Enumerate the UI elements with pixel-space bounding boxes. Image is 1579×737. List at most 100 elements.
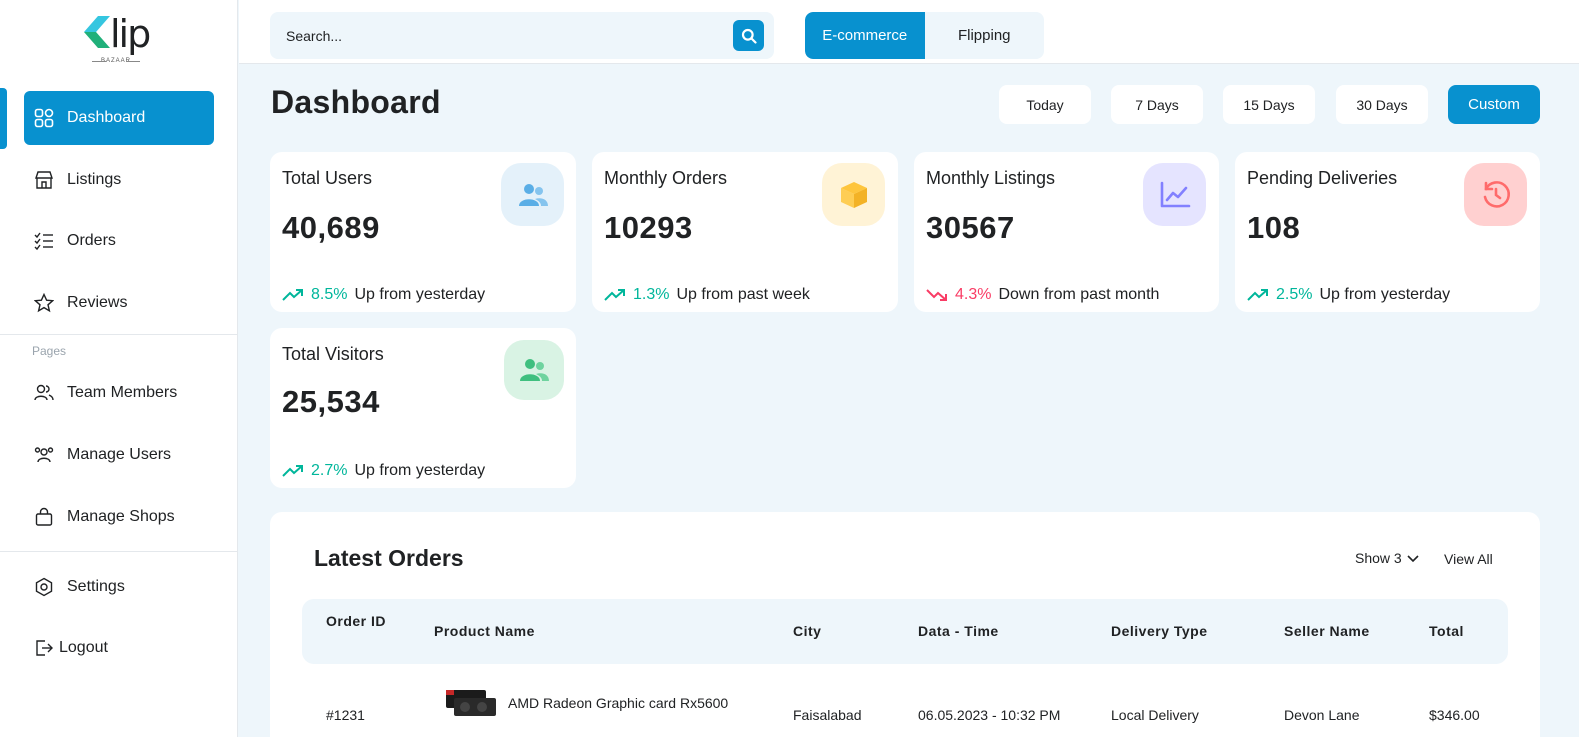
star-icon bbox=[33, 292, 55, 314]
trend-text: Down from past month bbox=[998, 286, 1160, 303]
column-header: Seller Name bbox=[1284, 623, 1370, 639]
trend-percent: 1.3% bbox=[633, 286, 670, 303]
search-input[interactable] bbox=[286, 12, 726, 59]
latest-orders-panel: Latest Orders Show 3 View All Order ID P… bbox=[270, 512, 1540, 737]
range-custom-button[interactable]: Custom bbox=[1448, 85, 1540, 124]
seller-name: Devon Lane bbox=[1284, 707, 1360, 723]
sidebar-item-label: Orders bbox=[67, 232, 116, 249]
sidebar-item-label: Settings bbox=[67, 578, 125, 595]
product-thumbnail bbox=[446, 690, 496, 716]
trend-indicator: 4.3% Down from past month bbox=[926, 286, 1159, 304]
sidebar-item-manage-shops[interactable]: Manage Shops bbox=[24, 490, 214, 544]
chevron-down-icon bbox=[1407, 555, 1419, 563]
line-chart-icon bbox=[1143, 163, 1206, 226]
card-value: 40,689 bbox=[282, 210, 380, 245]
card-title: Total Users bbox=[282, 168, 373, 188]
mode-switch: E-commerce Flipping bbox=[805, 12, 1044, 59]
stat-card-monthly-orders: Monthly Orders 10293 1.3% Up from past w… bbox=[592, 152, 898, 312]
card-title: Monthly Listings bbox=[926, 168, 1056, 188]
trend-indicator: 2.7% Up from yesterday bbox=[282, 462, 485, 480]
sidebar-item-dashboard[interactable]: Dashboard bbox=[24, 91, 214, 145]
trend-up-icon bbox=[282, 465, 303, 477]
trend-text: Up from yesterday bbox=[354, 462, 486, 479]
history-icon bbox=[1464, 163, 1527, 226]
order-datetime: 06.05.2023 - 10:32 PM bbox=[918, 707, 1061, 723]
card-title: Monthly Orders bbox=[604, 168, 728, 188]
product-name[interactable]: AMD Radeon Graphic card Rx5600 bbox=[508, 695, 728, 711]
trend-up-icon bbox=[1247, 289, 1268, 301]
checklist-icon bbox=[33, 230, 55, 252]
delivery-type: Local Delivery bbox=[1111, 707, 1199, 723]
sidebar-divider bbox=[0, 334, 238, 335]
settings-icon bbox=[33, 576, 55, 598]
order-id: #1231 bbox=[326, 707, 365, 723]
stat-card-total-visitors: Total Visitors 25,534 2.7% Up from yeste… bbox=[270, 328, 576, 488]
tab-flipping[interactable]: Flipping bbox=[925, 12, 1045, 59]
sidebar: lip BAZAAR Dashboard Listings Orders Rev… bbox=[0, 0, 238, 737]
range-15-days-button[interactable]: 15 Days bbox=[1223, 85, 1315, 124]
topbar: E-commerce Flipping bbox=[239, 0, 1579, 64]
column-header: Delivery Type bbox=[1111, 623, 1208, 639]
sidebar-item-label: Team Members bbox=[67, 384, 178, 401]
trend-down-icon bbox=[926, 289, 947, 301]
column-header: City bbox=[793, 623, 822, 639]
logo-subtitle: BAZAAR bbox=[84, 58, 148, 64]
trend-percent: 8.5% bbox=[311, 286, 348, 303]
users-icon bbox=[501, 163, 564, 226]
search-icon bbox=[741, 28, 757, 44]
trend-percent: 2.5% bbox=[1276, 286, 1313, 303]
card-value: 25,534 bbox=[282, 384, 380, 419]
trend-indicator: 2.5% Up from yesterday bbox=[1247, 286, 1450, 304]
shopping-bag-icon bbox=[33, 506, 55, 528]
sidebar-item-label: Listings bbox=[67, 171, 122, 188]
user-group-icon bbox=[33, 444, 55, 466]
brand-logo[interactable]: lip BAZAAR bbox=[84, 12, 154, 70]
logo-text: lip bbox=[110, 12, 151, 56]
sidebar-item-listings[interactable]: Listings bbox=[24, 153, 214, 207]
sidebar-item-label: Manage Shops bbox=[67, 508, 175, 525]
trend-text: Up from yesterday bbox=[354, 286, 486, 303]
sidebar-item-label: Manage Users bbox=[67, 446, 172, 463]
stat-card-monthly-listings: Monthly Listings 30567 4.3% Down from pa… bbox=[914, 152, 1219, 312]
column-header: Product Name bbox=[434, 623, 535, 639]
sidebar-item-label: Reviews bbox=[67, 294, 128, 311]
sidebar-item-label: Dashboard bbox=[67, 109, 146, 126]
sidebar-item-reviews[interactable]: Reviews bbox=[24, 276, 214, 330]
card-value: 10293 bbox=[604, 210, 693, 245]
stat-card-total-users: Total Users 40,689 8.5% Up from yesterda… bbox=[270, 152, 576, 312]
sidebar-item-logout[interactable]: Logout bbox=[24, 621, 214, 675]
sidebar-item-settings[interactable]: Settings bbox=[24, 560, 214, 614]
order-total: $346.00 bbox=[1429, 707, 1480, 723]
page-title: Dashboard bbox=[271, 84, 441, 120]
stat-card-pending-deliveries: Pending Deliveries 108 2.5% Up from yest… bbox=[1235, 152, 1540, 312]
active-indicator bbox=[0, 88, 7, 149]
box-icon bbox=[822, 163, 885, 226]
sidebar-item-team-members[interactable]: Team Members bbox=[24, 366, 214, 420]
show-count-label: Show 3 bbox=[1355, 550, 1402, 566]
show-count-select[interactable]: Show 3 bbox=[1355, 550, 1420, 566]
range-30-days-button[interactable]: 30 Days bbox=[1336, 85, 1428, 124]
sidebar-divider bbox=[0, 551, 238, 552]
sidebar-item-orders[interactable]: Orders bbox=[24, 214, 214, 268]
column-header: Order ID bbox=[326, 613, 387, 629]
trend-text: Up from past week bbox=[676, 286, 810, 303]
dashboard-icon bbox=[33, 107, 55, 129]
trend-indicator: 8.5% Up from yesterday bbox=[282, 286, 485, 304]
search-button[interactable] bbox=[733, 20, 764, 51]
trend-up-icon bbox=[282, 289, 303, 301]
range-7-days-button[interactable]: 7 Days bbox=[1111, 85, 1203, 124]
logout-icon bbox=[33, 637, 55, 659]
card-title: Total Visitors bbox=[282, 344, 384, 364]
card-value: 108 bbox=[1247, 210, 1301, 245]
range-today-button[interactable]: Today bbox=[999, 85, 1091, 124]
view-all-link[interactable]: View All bbox=[1444, 551, 1493, 567]
trend-indicator: 1.3% Up from past week bbox=[604, 286, 810, 304]
tab-ecommerce[interactable]: E-commerce bbox=[805, 12, 925, 59]
sidebar-item-label: Logout bbox=[59, 639, 108, 656]
card-title: Pending Deliveries bbox=[1247, 168, 1398, 188]
search-box bbox=[270, 12, 774, 59]
sidebar-item-manage-users[interactable]: Manage Users bbox=[24, 428, 214, 482]
trend-up-icon bbox=[604, 289, 625, 301]
table-header: Order ID Product Name City Data - Time D… bbox=[302, 599, 1508, 664]
sidebar-section-label: Pages bbox=[32, 344, 67, 358]
